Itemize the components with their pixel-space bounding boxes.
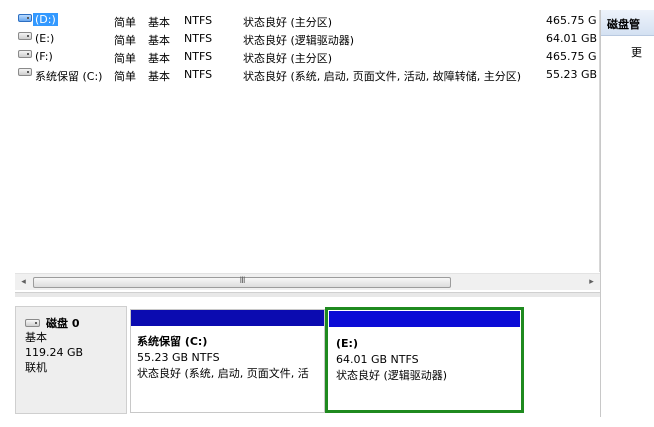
scroll-right-arrow-icon[interactable]: ▸ [583, 274, 600, 291]
volume-filesystem: NTFS [184, 32, 213, 45]
scrollbar-thumb[interactable]: III [33, 276, 451, 288]
partition-status: 状态良好 (系统, 启动, 页面文件, 活 [137, 367, 309, 380]
more-actions-link[interactable]: 更 [631, 44, 642, 60]
volume-layout: 简单 [114, 16, 136, 29]
partition-name: 系统保留 (C:) [137, 335, 208, 348]
volume-status: 状态良好 (系统, 启动, 页面文件, 活动, 故障转储, 主分区) [243, 70, 522, 83]
actions-panel: 磁盘管 更 [600, 10, 654, 417]
volume-layout: 简单 [114, 70, 136, 83]
partition-name: (E:) [336, 337, 358, 350]
volume-capacity: 465.75 G [546, 50, 597, 63]
volume-row-f[interactable]: (F:) 简单 基本 NTFS 状态良好 (主分区) 465.75 G [15, 48, 600, 65]
horizontal-scrollbar[interactable]: ◂ III ▸ [15, 273, 600, 290]
volume-type: 基本 [148, 16, 170, 29]
volume-name: (F:) [35, 50, 53, 63]
disk-graph-area: 磁盘 0 基本 119.24 GB 联机 系统保留 (C:) 55.23 GB … [15, 297, 600, 417]
volume-type: 基本 [148, 70, 170, 83]
partition-status: 状态良好 (逻辑驱动器) [336, 369, 448, 382]
volume-status: 状态良好 (主分区) [243, 16, 333, 29]
volume-capacity: 465.75 G [546, 14, 597, 27]
drive-icon [18, 32, 32, 40]
volume-name: (D:) [33, 13, 58, 26]
drive-icon [18, 68, 32, 76]
disk-info-panel[interactable]: 磁盘 0 基本 119.24 GB 联机 [15, 306, 127, 414]
volume-type: 基本 [148, 52, 170, 65]
disk-state: 联机 [25, 361, 47, 374]
disk-type: 基本 [25, 331, 47, 344]
actions-header[interactable]: 磁盘管 [601, 10, 654, 36]
partition-header-bar [131, 310, 324, 326]
volume-list: (D:) 简单 基本 NTFS 状态良好 (主分区) 465.75 G (E:)… [15, 10, 600, 272]
partition-size: 55.23 GB NTFS [137, 351, 220, 364]
volume-status: 状态良好 (逻辑驱动器) [243, 34, 355, 47]
volume-filesystem: NTFS [184, 68, 213, 81]
partition-e[interactable]: (E:) 64.01 GB NTFS 状态良好 (逻辑驱动器) [325, 307, 524, 413]
scroll-left-arrow-icon[interactable]: ◂ [15, 274, 32, 291]
volume-status: 状态良好 (主分区) [243, 52, 333, 65]
drive-icon [18, 50, 32, 58]
volume-row-c[interactable]: 系统保留 (C:) 简单 基本 NTFS 状态良好 (系统, 启动, 页面文件,… [15, 66, 600, 83]
scrollbar-grip-icon: III [239, 276, 246, 286]
volume-row-d[interactable]: (D:) 简单 基本 NTFS 状态良好 (主分区) 465.75 G [15, 12, 600, 29]
volume-row-e[interactable]: (E:) 简单 基本 NTFS 状态良好 (逻辑驱动器) 64.01 GB [15, 30, 600, 47]
volume-filesystem: NTFS [184, 50, 213, 63]
disk-size: 119.24 GB [25, 346, 84, 359]
volume-name: 系统保留 (C:) [35, 70, 103, 83]
partition-header-bar [329, 311, 520, 327]
volume-filesystem: NTFS [184, 14, 213, 27]
drive-icon [18, 14, 32, 22]
disk-title: 磁盘 0 [46, 316, 80, 330]
volume-layout: 简单 [114, 52, 136, 65]
volume-name: (E:) [35, 32, 55, 45]
partition-size: 64.01 GB NTFS [336, 353, 419, 366]
volume-capacity: 64.01 GB [546, 32, 598, 45]
volume-capacity: 55.23 GB [546, 68, 598, 81]
partition-c[interactable]: 系统保留 (C:) 55.23 GB NTFS 状态良好 (系统, 启动, 页面… [130, 309, 325, 413]
disk-icon [25, 318, 40, 327]
volume-type: 基本 [148, 34, 170, 47]
volume-layout: 简单 [114, 34, 136, 47]
